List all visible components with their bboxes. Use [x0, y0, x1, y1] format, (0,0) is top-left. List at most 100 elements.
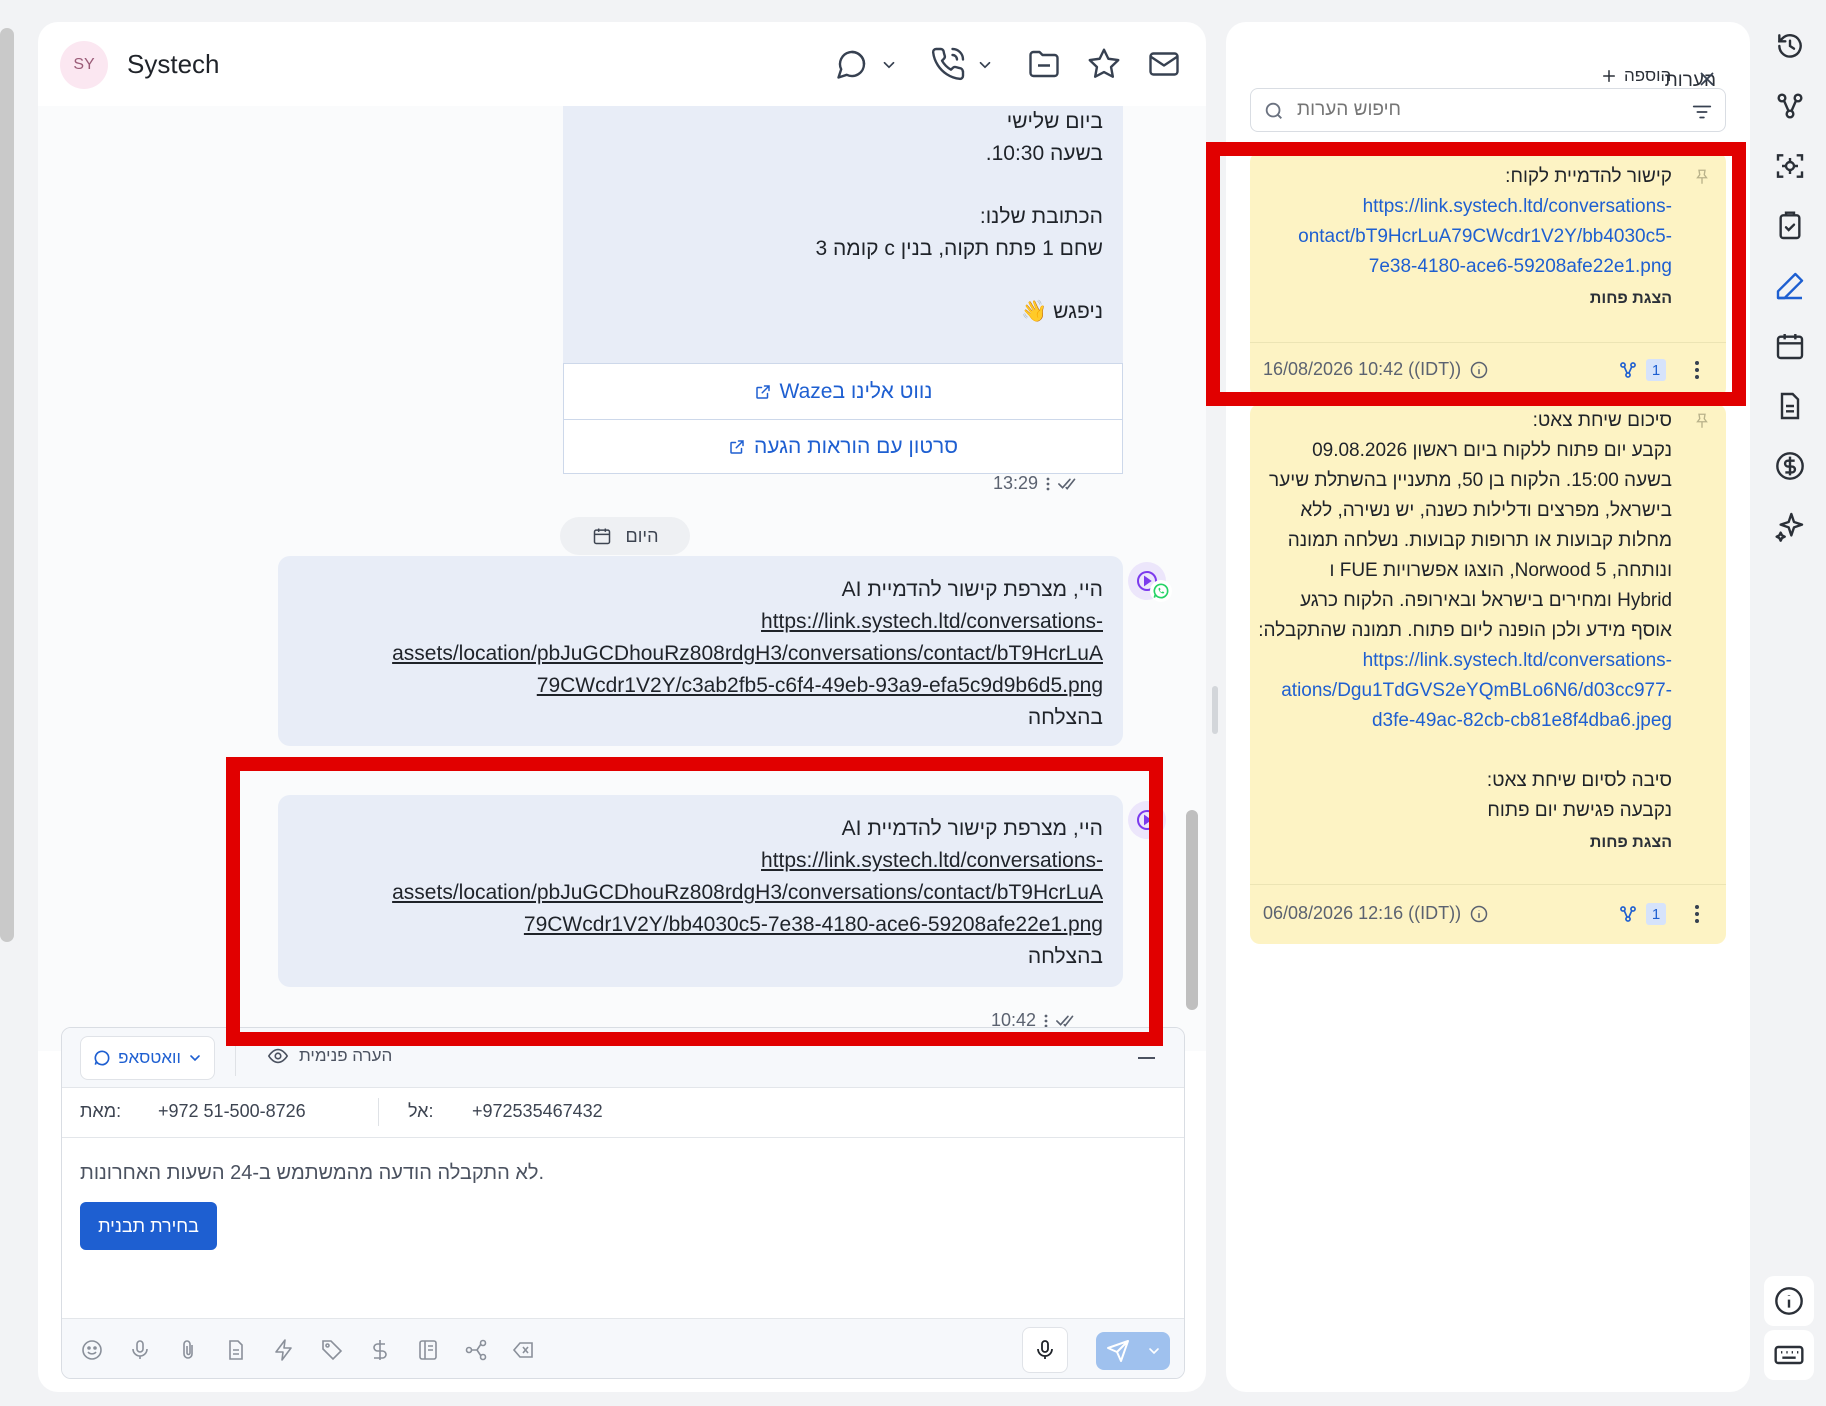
- highlight-box: [226, 757, 1163, 1046]
- conversation-header: SY Systech: [38, 22, 1206, 106]
- message-bubble: היי, מצרפת קישור להדמיית AI https://link…: [278, 556, 1123, 746]
- note-body-line: בשעה 15:00. הלקוח בן 50, מתעניין בהשתלת …: [1269, 470, 1672, 491]
- document-icon[interactable]: [1772, 388, 1808, 424]
- emoji-icon[interactable]: [80, 1338, 104, 1362]
- link-line[interactable]: assets/location/pbJuGCDhouRz808rdgH3/con…: [392, 642, 1103, 665]
- internal-note-label: הערה פנימית: [299, 1046, 393, 1065]
- date-divider: היום: [560, 517, 690, 555]
- message-text: היי, מצרפת קישור להדמיית AI: [841, 578, 1103, 601]
- from-number[interactable]: +972 51-500-8726: [158, 1101, 306, 1122]
- more-vert-icon[interactable]: [1694, 903, 1706, 925]
- note-link[interactable]: https://link.systech.ltd/conversations-: [1363, 650, 1672, 672]
- message-time: 13:29: [993, 473, 1039, 493]
- message-status: בהצלחה: [1027, 706, 1103, 729]
- page-scrollbar[interactable]: [0, 28, 14, 942]
- conversation-panel: SY Systech ביום שלישי בשעה 10:30. הכתובת…: [38, 22, 1206, 1392]
- message-meta: 13:29: [993, 473, 1080, 494]
- sparkles-icon[interactable]: [1772, 508, 1808, 544]
- share-nodes-icon[interactable]: [464, 1338, 488, 1362]
- note-link[interactable]: ations/Dgu1TdGVS2eYQmBLo6N6/d03cc977-: [1262, 680, 1672, 702]
- note-body-line: מחלות קבועות או תרופות קבועות. נשלחה תמו…: [1287, 530, 1672, 551]
- date-label: היום: [625, 525, 659, 546]
- note-date: 06/08/2026 12:16 ((IDT)): [1263, 903, 1489, 924]
- message-link[interactable]: 79CWcdr1V2Y/c3ab2fb5-c6f4-49eb-93a9-efa5…: [537, 670, 1103, 702]
- waze-button[interactable]: נווט אלינו בWaze: [564, 364, 1122, 419]
- message-line: ניפגש 👋: [1021, 300, 1103, 323]
- chevron-down-icon[interactable]: [880, 56, 898, 74]
- chevron-down-icon[interactable]: [976, 56, 994, 74]
- message-link[interactable]: https://link.systech.ltd/conversations-: [761, 606, 1103, 638]
- tag-icon[interactable]: [320, 1338, 344, 1362]
- to-number[interactable]: +972535467432: [472, 1101, 603, 1122]
- keyboard-icon[interactable]: [1764, 1330, 1814, 1380]
- note-reason-label: סיבה לסיום שיחת צאט:: [1486, 770, 1672, 791]
- workflow-icon[interactable]: [1772, 88, 1808, 124]
- info-icon[interactable]: [1469, 904, 1489, 924]
- message-scrollbar[interactable]: [1186, 810, 1198, 1010]
- folder-icon[interactable]: [1026, 46, 1062, 82]
- link-line[interactable]: https://link.systech.ltd/conversations-: [761, 610, 1103, 633]
- waze-button-label: נווט אלינו בWaze: [779, 379, 933, 403]
- search-input[interactable]: [1297, 97, 1657, 123]
- whatsapp-icon: [1150, 580, 1172, 602]
- dollar-icon[interactable]: [1772, 448, 1808, 484]
- double-check-icon: [1058, 477, 1080, 491]
- external-link-icon: [728, 438, 746, 456]
- more-vert-icon[interactable]: [1046, 477, 1050, 491]
- calendar-icon: [592, 526, 612, 546]
- mail-icon[interactable]: [1146, 46, 1182, 82]
- clipboard-check-icon[interactable]: [1772, 208, 1808, 244]
- from-to-row: מאת: +972 51-500-8726 אל: +972535467432: [62, 1088, 1184, 1138]
- dollar-icon[interactable]: [368, 1338, 392, 1362]
- note-footer: 06/08/2026 12:16 ((IDT)) 1: [1250, 884, 1726, 940]
- choose-template-button[interactable]: בחירת תבנית: [80, 1202, 217, 1250]
- internal-note-toggle[interactable]: הערה פנימית: [267, 1045, 392, 1067]
- highlight-box: [1206, 142, 1746, 406]
- link-line[interactable]: 79CWcdr1V2Y/c3ab2fb5-c6f4-49eb-93a9-efa5…: [537, 674, 1103, 697]
- history-icon[interactable]: [1772, 28, 1808, 64]
- chevron-down-icon[interactable]: [1146, 1343, 1162, 1359]
- channel-select[interactable]: וואטסאפ: [80, 1036, 215, 1080]
- count-badge: 1: [1646, 903, 1666, 925]
- message-line: בשעה 10:30.: [985, 142, 1103, 165]
- minimize-icon[interactable]: [1138, 1057, 1155, 1059]
- video-directions-label: סרטון עם הוראות הגעה: [754, 435, 959, 458]
- note-link[interactable]: d3fe-49ac-82cb-cb81e8f4dba6.jpeg: [1372, 710, 1672, 732]
- external-link-icon: [754, 383, 772, 401]
- notes-search[interactable]: [1250, 88, 1726, 132]
- add-note-button[interactable]: הוספה: [1600, 66, 1671, 86]
- voice-record-button[interactable]: [1022, 1327, 1068, 1373]
- star-icon[interactable]: [1086, 46, 1122, 82]
- lightning-icon[interactable]: [272, 1338, 296, 1362]
- chat-icon[interactable]: [834, 46, 870, 82]
- phone-icon[interactable]: [930, 46, 966, 82]
- note-card[interactable]: סיכום שיחת צאט: נקבע יום פתוח ללקוח ביום…: [1250, 404, 1726, 944]
- video-directions-button[interactable]: סרטון עם הוראות הגעה: [564, 419, 1122, 474]
- document-icon[interactable]: [224, 1338, 248, 1362]
- attachment-icon[interactable]: [176, 1338, 200, 1362]
- note-body-line: אוסף מידע ולכן הופנה ליום פתוח. תמונה שה…: [1258, 620, 1672, 641]
- close-icon[interactable]: [1696, 68, 1718, 90]
- plus-icon: [1600, 67, 1618, 85]
- send-button[interactable]: [1096, 1332, 1170, 1370]
- message-link[interactable]: assets/location/pbJuGCDhouRz808rdgH3/con…: [392, 638, 1103, 670]
- channel-label: וואטסאפ: [118, 1048, 181, 1067]
- calendar-icon[interactable]: [1772, 328, 1808, 364]
- filter-icon[interactable]: [1691, 101, 1713, 123]
- chevron-down-icon: [187, 1050, 203, 1066]
- book-icon[interactable]: [416, 1338, 440, 1362]
- divider: [378, 1098, 379, 1126]
- search-icon: [1263, 100, 1285, 122]
- clear-icon[interactable]: [512, 1338, 536, 1362]
- linked-count[interactable]: 1: [1618, 903, 1666, 925]
- contact-name[interactable]: Systech: [127, 49, 220, 80]
- microphone-icon[interactable]: [128, 1338, 152, 1362]
- avatar[interactable]: SY: [60, 41, 108, 89]
- info-icon[interactable]: [1764, 1276, 1814, 1326]
- note-date-text: 06/08/2026 12:16 ((IDT)): [1263, 903, 1462, 923]
- scan-icon[interactable]: [1772, 148, 1808, 184]
- pen-icon[interactable]: [1772, 268, 1808, 304]
- show-less-link[interactable]: הצגת פחות: [1590, 834, 1672, 852]
- panel-resize-handle[interactable]: [1212, 686, 1218, 734]
- pin-icon[interactable]: [1693, 410, 1711, 432]
